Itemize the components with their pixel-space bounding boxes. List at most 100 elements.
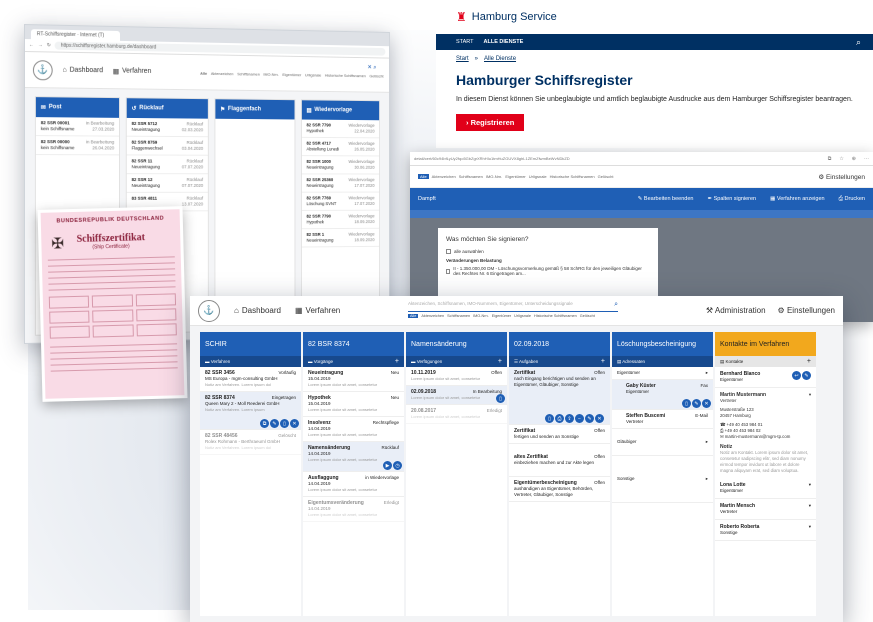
filter-schiffsnamen[interactable]: Schiffsnamen: [459, 174, 483, 179]
doc-icon[interactable]: ▯: [280, 419, 289, 428]
print-icon[interactable]: ⎙: [555, 414, 564, 423]
contact-fax[interactable]: +49 40 453 984 02: [725, 428, 761, 433]
delete-icon[interactable]: ✕: [702, 399, 711, 408]
sign-columns-button[interactable]: ✒ Spalten signieren: [707, 196, 756, 202]
play-icon[interactable]: ▶: [383, 461, 392, 470]
crumb-start[interactable]: Start: [456, 56, 469, 62]
list-item[interactable]: 82 SSR 7790 Hypothek Wiedervorlage 18.09.20…: [301, 210, 380, 230]
upload-icon[interactable]: ⇪: [565, 414, 574, 423]
list-item[interactable]: 10.11.2019 Offen Lorem ipsum dolor sit ame…: [406, 367, 507, 386]
list-item[interactable]: Steffen Buscemi E-Mail Vertreter: [612, 410, 713, 429]
filter-aktenzeichen[interactable]: Aktenzeichen: [421, 314, 444, 318]
filter-urligsnale[interactable]: Urligsnale: [514, 314, 531, 318]
filter-alle[interactable]: Alle: [200, 71, 207, 76]
hamburg-brand[interactable]: Hamburg Service: [472, 11, 557, 23]
add-icon[interactable]: +: [601, 358, 605, 365]
nav-administration[interactable]: ⚒ Administration: [706, 306, 766, 315]
list-item[interactable]: 82 SSR 7790 Hypothek Wiedervorlage 22.04.20…: [301, 119, 380, 139]
filter-imo[interactable]: IMO-Nrn.: [486, 174, 502, 179]
edit-icon[interactable]: ✎: [270, 419, 279, 428]
filter-imo[interactable]: IMO-Nrn.: [263, 72, 278, 77]
link-icon[interactable]: ↩: [792, 371, 801, 380]
doc-icon[interactable]: ▯: [682, 399, 691, 408]
chevron-down-icon[interactable]: ▾: [809, 392, 811, 398]
print-button[interactable]: ⎙ Drucken: [839, 196, 865, 203]
remove-icon[interactable]: −: [575, 414, 584, 423]
nav-verfahren[interactable]: ▦ Verfahren: [113, 67, 152, 75]
contact-item[interactable]: Lona Lotte Eigentümer ▾: [715, 478, 816, 499]
filter-schiffsnamen[interactable]: Schiffsnamen: [447, 314, 470, 318]
list-item[interactable]: Eigentumsveränderung Erledigt 14.04.2019 Lo…: [303, 497, 404, 522]
list-item[interactable]: altes Zertifikat Offen einbeziehen machen …: [509, 444, 610, 477]
filter-imo[interactable]: IMO-Nrn.: [473, 314, 489, 318]
edit-icon[interactable]: ✎: [585, 414, 594, 423]
list-item[interactable]: 20.08.2017 Erledigt Lorem ipsum dolor sit …: [406, 405, 507, 424]
filter-historische[interactable]: Historische Schiffsnamen: [534, 314, 577, 318]
filter-geloescht[interactable]: Gelöscht: [580, 314, 595, 318]
doc-icon[interactable]: ▯: [545, 414, 554, 423]
browser-tab[interactable]: RT-Schiffsregister · Internet (T): [30, 29, 120, 41]
list-item[interactable]: 82 SSR 4717 Abstellung Lunedi Wiedervorlag…: [301, 137, 380, 157]
filter-eigentuemer[interactable]: Eigentümer: [282, 72, 301, 77]
filter-geloescht[interactable]: Gelöscht: [598, 174, 614, 179]
nav-dashboard[interactable]: ⌂ Dashboard: [234, 306, 281, 315]
item-checkbox[interactable]: II - 1.350.000,00 DM - Löschungsvormerku…: [446, 266, 650, 276]
crumb-alle-dienste[interactable]: Alle Dienste: [484, 56, 516, 62]
list-item[interactable]: Eigentümerbescheinigung Offen aushändigen …: [509, 477, 610, 502]
list-item[interactable]: Zertifikat Offen nach Eingang berichtigen …: [509, 367, 610, 425]
list-item[interactable]: Gläubiger ▸: [612, 429, 713, 456]
filter-urligsnale[interactable]: Urligsnale: [305, 72, 321, 77]
contact-item[interactable]: Roberto Roberta Sonstige ▾: [715, 520, 816, 541]
list-item[interactable]: 82 SSR 8374 Eingetragen Queen Mary 2 - Mol…: [200, 392, 301, 430]
add-icon[interactable]: +: [498, 358, 502, 365]
list-item[interactable]: Ausflaggung in Wiedervorlage 14.04.2019 Lor…: [303, 472, 404, 497]
star-icon[interactable]: ☆: [839, 156, 843, 162]
search-icon[interactable]: ⌕: [856, 37, 861, 48]
nav-dashboard[interactable]: ⌂ Dashboard: [63, 67, 104, 75]
clear-search-icon[interactable]: ✕ ⌕: [367, 64, 376, 72]
list-item[interactable]: 82 SSR 1 Neueintragung Wiedervorlage 18.09.…: [301, 228, 380, 248]
filter-schiffsnamen[interactable]: Schiffsnamen: [237, 71, 260, 76]
list-item[interactable]: 82 SSR 00001 kein Schiffsname in Bearbeitu…: [35, 117, 120, 137]
contact-mail[interactable]: martin-mustermann@mgm-tp.com: [725, 434, 791, 439]
add-icon[interactable]: +: [395, 358, 399, 365]
edit-end-button[interactable]: ✎ Bearbeiten beenden: [638, 196, 694, 202]
nav-verfahren[interactable]: ▦ Verfahren: [295, 306, 340, 315]
edit-icon[interactable]: ✎: [692, 399, 701, 408]
search-icon[interactable]: ⌕: [614, 301, 618, 309]
filter-alle[interactable]: Alle: [408, 314, 419, 318]
register-button[interactable]: › Registrieren: [456, 114, 525, 131]
list-item[interactable]: Eigentümer ▸: [612, 367, 713, 380]
list-item[interactable]: 82 SSR 7769 Löschung SVNT Wiedervorlage 17.…: [301, 192, 380, 211]
nav-settings[interactable]: ⚙ Einstellungen: [778, 306, 835, 315]
list-item[interactable]: Gaby Küster Fax Eigentümer ▯ ✎ ✕: [612, 380, 713, 410]
contact-item[interactable]: Martin Mensch Vertreter ▾: [715, 499, 816, 520]
list-item[interactable]: Insolvenz Rechtspflege 14.04.2019 Lorem ips…: [303, 417, 404, 442]
list-item[interactable]: 82 SSR 5712 Neueintragung Rücklauf 02.03.20…: [126, 117, 208, 138]
translate-icon[interactable]: ⧉: [828, 156, 832, 162]
list-item[interactable]: 82 SSR 1000 Neueintragung Wiedervorlage 30.…: [301, 156, 380, 175]
back-icon[interactable]: ←: [29, 42, 34, 48]
filter-eigentuemer[interactable]: Eigentümer: [505, 174, 525, 179]
menu-start[interactable]: START: [456, 39, 474, 45]
filter-aktenzeichen[interactable]: Aktenzeichen: [432, 174, 456, 179]
list-item[interactable]: Neueintragung Neu 15.04.2019 Lorem ipsum do…: [303, 367, 404, 392]
list-item[interactable]: 02.09.2018 In Bearbeitung Lorem ipsum dolo…: [406, 386, 507, 405]
list-item[interactable]: Hypothek Neu 15.04.2019 Lorem ipsum dolor s…: [303, 392, 404, 417]
url-field[interactable]: detail/cert/60c94bfLyUy2fqo5GbZgrXRhHIu1…: [414, 156, 570, 161]
app-logo[interactable]: ⚓: [198, 299, 220, 322]
reload-icon[interactable]: ↻: [47, 42, 51, 48]
show-procedure-button[interactable]: ▦ Verfahren anzeigen: [770, 196, 824, 202]
contact-item[interactable]: Bernhard Blanco Eigentümer ↩ ✎: [715, 367, 816, 388]
add-icon[interactable]: +: [807, 358, 811, 365]
app-logo[interactable]: ⚓: [32, 59, 53, 80]
list-item[interactable]: 82 SSR 12 Neueintragung Rücklauf 07.07.2020: [126, 174, 208, 193]
list-item[interactable]: 82 SSR 00000 kein Schiffsname in Bearbeitu…: [35, 136, 120, 156]
menu-alle-dienste[interactable]: ALLE DIENSTE: [484, 39, 524, 45]
list-item[interactable]: 82 SSR 11 Neueintragung Rücklauf 07.07.2020: [126, 155, 208, 175]
copy-icon[interactable]: ⧉: [260, 419, 269, 428]
forward-icon[interactable]: →: [38, 42, 43, 48]
list-item[interactable]: Namensänderung Rücklauf 14.04.2019 Lorem ip…: [303, 442, 404, 472]
list-item[interactable]: Sonstige ▸: [612, 456, 713, 503]
select-all-checkbox[interactable]: alle auswählen: [446, 249, 650, 254]
